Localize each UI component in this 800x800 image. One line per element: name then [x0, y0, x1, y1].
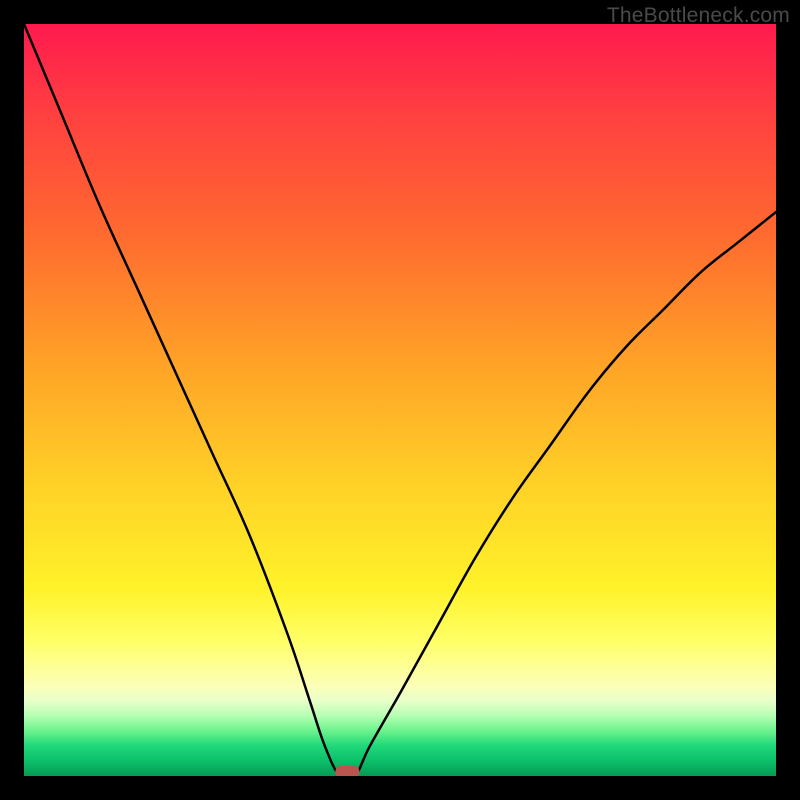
bottleneck-marker: [335, 766, 359, 776]
watermark-text: TheBottleneck.com: [607, 4, 790, 28]
bottleneck-curve: [24, 24, 776, 776]
plot-area: [24, 24, 776, 776]
chart-frame: TheBottleneck.com: [0, 0, 800, 800]
